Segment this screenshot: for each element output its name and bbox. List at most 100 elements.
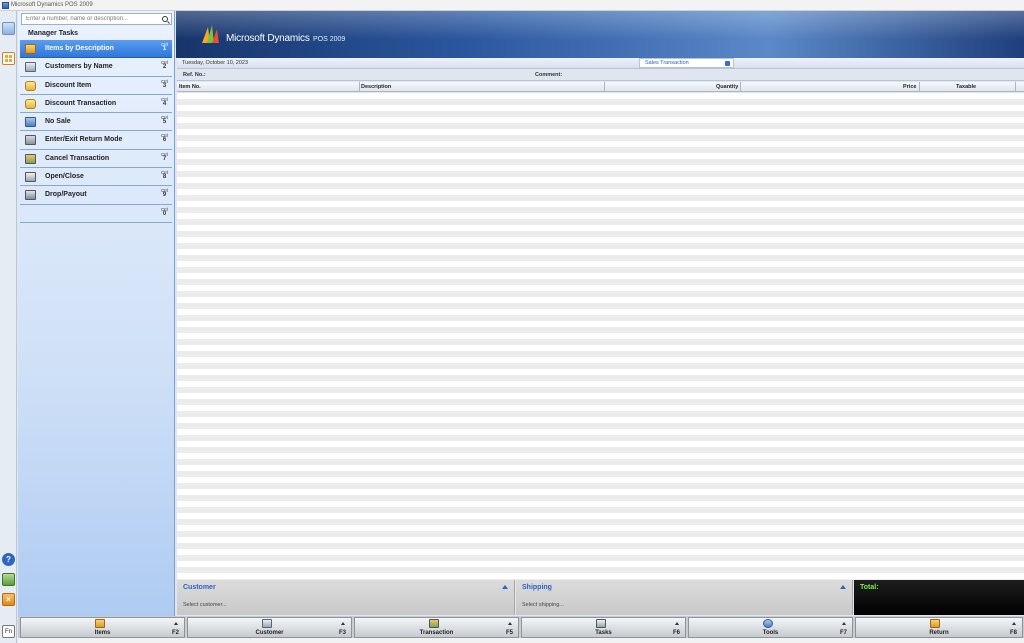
pos-register-icon[interactable] bbox=[2, 22, 15, 35]
tasks-button-label: Tasks bbox=[595, 630, 612, 636]
transaction-type-select[interactable]: Sales Transaction bbox=[639, 58, 734, 68]
item-grid-header: Item No. Description Quantity Price Taxa… bbox=[177, 82, 1024, 92]
tasks-button[interactable]: Tasks F6 bbox=[521, 617, 686, 638]
discount-transaction-icon bbox=[25, 98, 36, 109]
brand-name: Microsoft Dynamics bbox=[226, 33, 310, 44]
task-label: Customers by Name bbox=[45, 63, 113, 71]
box-icon bbox=[25, 44, 36, 54]
function-key-bar: Items F2 Customer F3 Transaction F5 Task… bbox=[18, 616, 1024, 638]
keyboard-icon[interactable]: Fn bbox=[2, 625, 15, 638]
transaction-button[interactable]: Transaction F5 bbox=[354, 617, 519, 638]
cash-drawer-icon[interactable] bbox=[2, 573, 15, 586]
title-bar: Microsoft Dynamics POS 2009 bbox=[0, 0, 1024, 11]
column-price[interactable]: Price bbox=[903, 84, 916, 90]
task-shortcut: Ctrl 9 bbox=[161, 188, 168, 199]
transaction-icon bbox=[429, 619, 439, 628]
help-icon[interactable]: ? bbox=[2, 553, 15, 566]
shipping-panel[interactable]: Shipping Select shipping... bbox=[516, 580, 853, 615]
brand-banner: Microsoft Dynamics POS 2009 bbox=[176, 11, 1024, 58]
grid-menu-icon[interactable] bbox=[2, 52, 15, 65]
chevron-up-icon bbox=[341, 622, 345, 625]
customer-panel[interactable]: Customer Select customer... bbox=[177, 580, 515, 615]
drop-payout-icon bbox=[25, 190, 36, 201]
customer-panel-title: Customer bbox=[183, 584, 216, 591]
customers-icon bbox=[25, 62, 36, 73]
search-input[interactable] bbox=[22, 14, 160, 24]
transaction-button-key: F5 bbox=[505, 630, 513, 636]
items-button[interactable]: Items F2 bbox=[20, 617, 185, 638]
customer-icon bbox=[262, 619, 272, 628]
chevron-up-icon bbox=[1012, 622, 1016, 625]
task-shortcut: Ctrl 8 bbox=[161, 170, 168, 181]
items-button-key: F2 bbox=[171, 630, 179, 636]
task-shortcut: Ctrl 0 bbox=[161, 206, 168, 217]
tasks-button-key: F6 bbox=[672, 630, 680, 636]
app-icon bbox=[2, 1, 9, 9]
return-button-label: Return bbox=[929, 630, 949, 636]
reference-bar: Ref. No.: Comment: bbox=[177, 70, 1024, 81]
task-shortcut: Ctrl 1 bbox=[161, 42, 168, 52]
column-taxable[interactable]: Taxable bbox=[956, 84, 976, 90]
task-empty-slot[interactable]: Ctrl 0 bbox=[20, 205, 172, 223]
customer-button[interactable]: Customer F3 bbox=[187, 617, 352, 638]
task-label: Discount Transaction bbox=[45, 99, 117, 107]
task-label: Drop/Payout bbox=[45, 191, 87, 199]
column-divider bbox=[919, 82, 920, 92]
tools-button-label: Tools bbox=[762, 630, 779, 636]
ref-no-label[interactable]: Ref. No.: bbox=[183, 72, 206, 78]
task-discount-transaction[interactable]: Discount Transaction Ctrl 4 bbox=[20, 95, 172, 114]
items-button-label: Items bbox=[94, 630, 111, 636]
discount-item-icon bbox=[25, 80, 36, 91]
tools-button[interactable]: Tools F7 bbox=[688, 617, 853, 638]
transaction-info-bar: Tuesday, October 10, 2023 Sales Transact… bbox=[177, 58, 1024, 69]
task-discount-item[interactable]: Discount Item Ctrl 3 bbox=[20, 77, 172, 95]
tools-button-key: F7 bbox=[839, 630, 847, 636]
column-divider bbox=[359, 82, 360, 92]
task-return-mode[interactable]: Enter/Exit Return Mode Ctrl 6 bbox=[20, 131, 172, 150]
customer-button-key: F3 bbox=[338, 630, 346, 636]
column-divider bbox=[1015, 82, 1016, 92]
column-item-no[interactable]: Item No. bbox=[179, 84, 201, 90]
search-icon[interactable] bbox=[162, 16, 168, 22]
search-box bbox=[21, 13, 172, 25]
task-drop-payout[interactable]: Drop/Payout Ctrl 9 bbox=[20, 186, 172, 205]
manager-tasks-header: Manager Tasks bbox=[28, 30, 79, 37]
task-label: Discount Item bbox=[45, 81, 92, 89]
column-quantity[interactable]: Quantity bbox=[716, 84, 738, 90]
select-customer-link[interactable]: Select customer... bbox=[183, 602, 227, 608]
select-shipping-link[interactable]: Select shipping... bbox=[522, 602, 564, 608]
task-list: Items by Description Ctrl 1 Customers by … bbox=[20, 40, 172, 223]
comment-label[interactable]: Comment: bbox=[535, 72, 562, 78]
task-open-close[interactable]: Open/Close Ctrl 8 bbox=[20, 168, 172, 187]
exit-icon[interactable]: × bbox=[2, 593, 15, 606]
chevron-up-icon bbox=[675, 622, 679, 625]
tasks-icon bbox=[596, 619, 606, 628]
left-rail: ? × Fn bbox=[0, 11, 17, 643]
transaction-date: Tuesday, October 10, 2023 bbox=[182, 60, 249, 66]
transaction-button-label: Transaction bbox=[419, 630, 454, 636]
task-label: Enter/Exit Return Mode bbox=[45, 136, 123, 144]
total-panel: Total: bbox=[854, 580, 1024, 615]
task-label: Open/Close bbox=[45, 173, 84, 181]
dynamics-logo-icon bbox=[202, 25, 219, 43]
items-icon bbox=[95, 619, 105, 628]
item-grid-body[interactable] bbox=[177, 93, 1024, 580]
tools-icon bbox=[763, 619, 773, 628]
transaction-type-value: Sales Transaction bbox=[645, 60, 689, 66]
task-shortcut: Ctrl 5 bbox=[161, 115, 168, 126]
column-divider bbox=[604, 82, 605, 92]
collapse-icon[interactable] bbox=[502, 585, 508, 589]
task-label: Items by Description bbox=[45, 45, 114, 52]
manager-tasks-panel: Manager Tasks Items by Description Ctrl1… bbox=[18, 11, 175, 616]
return-icon bbox=[930, 619, 940, 628]
total-label: Total: bbox=[860, 584, 879, 591]
task-cancel-transaction[interactable]: Cancel Transaction Ctrl 7 bbox=[20, 150, 172, 169]
task-items-by-description[interactable]: Items by Description Ctrl 1 bbox=[20, 40, 172, 59]
collapse-icon[interactable] bbox=[840, 585, 846, 589]
return-button[interactable]: Return F8 bbox=[855, 617, 1023, 638]
task-no-sale[interactable]: No Sale Ctrl 5 bbox=[20, 113, 172, 132]
task-shortcut: Ctrl 4 bbox=[161, 96, 168, 107]
column-description[interactable]: Description bbox=[361, 84, 391, 90]
chevron-up-icon bbox=[842, 622, 846, 625]
task-customers-by-name[interactable]: Customers by Name Ctrl 2 bbox=[20, 58, 172, 77]
